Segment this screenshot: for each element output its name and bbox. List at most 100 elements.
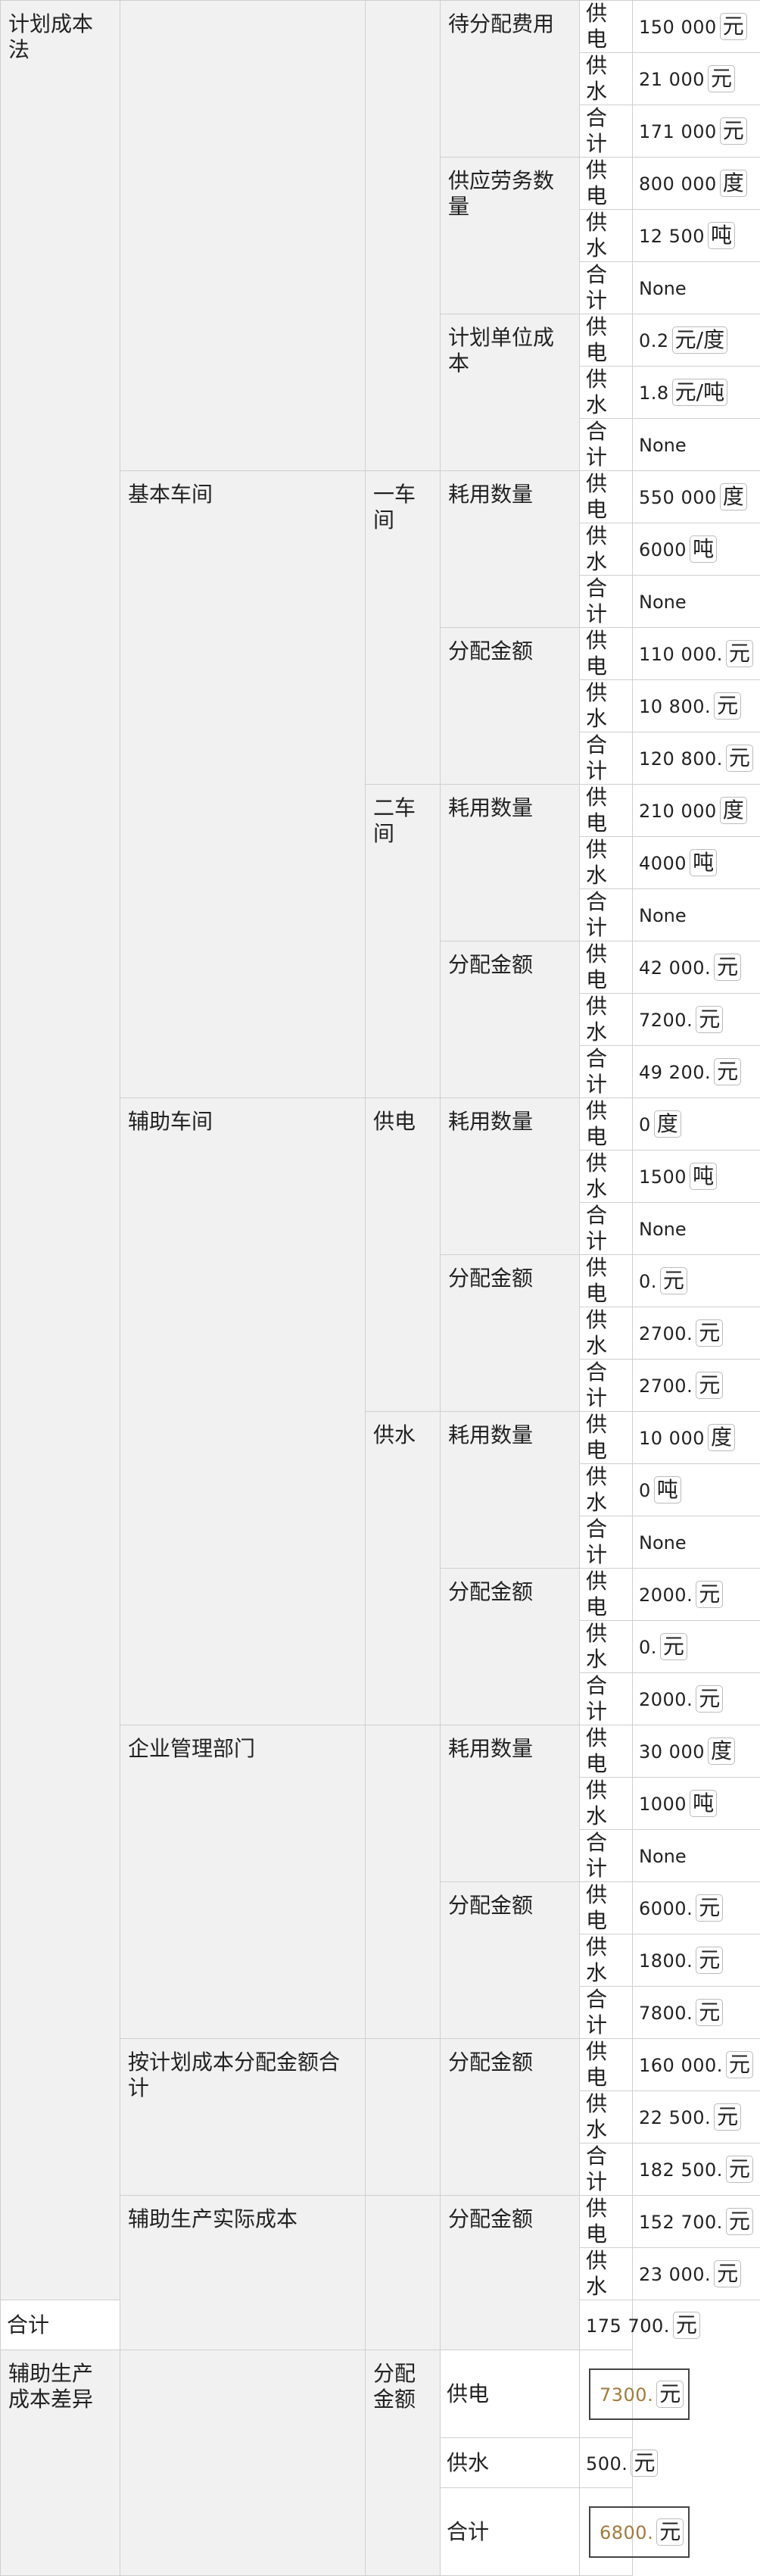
value: 10 000: [639, 1428, 705, 1449]
mgmt-amt-water: 1800.元: [633, 1934, 760, 1987]
planned-power: 160 000.元: [633, 2039, 760, 2091]
value: 150 000: [639, 17, 717, 38]
actual-total: 175 700.元: [580, 2300, 633, 2350]
unit: 吨: [654, 1476, 681, 1503]
value: 10 800.: [639, 696, 711, 717]
empty-cell: [366, 1725, 441, 2039]
unit: 度: [708, 1424, 735, 1451]
unit: 元: [714, 954, 741, 981]
variance-label: 辅助生产成本差异: [1, 2350, 120, 2576]
actual-water: 23 000.元: [633, 2248, 760, 2300]
consumption-label: 耗用数量: [441, 785, 580, 941]
row-label-power: 供电: [441, 2350, 580, 2438]
ws2-qty-power: 210 000度: [633, 785, 760, 837]
unit: 元: [696, 1581, 723, 1608]
ws1-label: 一车间: [366, 471, 441, 785]
pending-power-cell: 150 000元: [633, 1, 760, 53]
row-label-power: 供电: [580, 785, 633, 837]
consumption-label: 耗用数量: [441, 1725, 580, 1882]
value: 500.: [586, 2453, 628, 2475]
actual-cost-label: 辅助生产实际成本: [120, 2196, 366, 2350]
value: 2700.: [639, 1375, 693, 1397]
row-label-water: 供水: [580, 680, 633, 732]
row-label-total: 合计: [580, 732, 633, 785]
unit: 元: [720, 117, 747, 145]
unit: 度: [654, 1110, 681, 1138]
mgmt-label: 企业管理部门: [120, 1725, 366, 2039]
value: 0.: [639, 1637, 657, 1658]
mgmt-qty-water: 1000吨: [633, 1778, 760, 1830]
mgmt-amt-power: 6000.元: [633, 1882, 760, 1934]
ws1-amt-power: 110 000.元: [633, 628, 760, 680]
pending-cost-label: 待分配费用: [441, 1, 580, 158]
row-label-power: 供电: [580, 2039, 633, 2091]
unit: 元: [631, 2450, 658, 2477]
empty-cell: [366, 2039, 441, 2196]
unit: 吨: [690, 849, 717, 876]
ws2-amt-power: 42 000.元: [633, 941, 760, 994]
consumption-label: 耗用数量: [441, 1412, 580, 1569]
unit: 元: [656, 2518, 684, 2546]
unit: 度: [720, 170, 747, 197]
cost-allocation-table: 计划成本法 待分配费用 供电 150 000元 供水 21 000元 合计 17…: [0, 0, 760, 2576]
row-label-total: 合计: [580, 1830, 633, 1882]
auxw-amt-power: 2000.元: [633, 1569, 760, 1621]
none-cell: None: [633, 262, 760, 314]
unit-cost-label: 计划单位成本: [441, 314, 580, 471]
unit: 元: [696, 1947, 723, 1974]
row-label-total: 合计: [580, 576, 633, 628]
value: 152 700.: [639, 2212, 723, 2233]
empty-cell: [366, 2196, 441, 2350]
variance-water: 500.元: [580, 2438, 633, 2488]
auxp-amt-total: 2700.元: [633, 1360, 760, 1412]
value: 175 700.: [586, 2315, 670, 2337]
value: 160 000.: [639, 2055, 723, 2076]
unit: 元: [656, 2381, 684, 2408]
none-cell: None: [633, 1516, 760, 1569]
row-label-power: 供电: [580, 2196, 633, 2248]
allocated-label: 分配金额: [441, 1255, 580, 1412]
auxw-qty-water: 0吨: [633, 1464, 760, 1516]
row-label-water: 供水: [580, 837, 633, 889]
unit: 度: [708, 1738, 735, 1765]
method-label: 计划成本法: [1, 1, 120, 2300]
pending-total-cell: 171 000元: [633, 105, 760, 158]
row-label-power: 供电: [580, 628, 633, 680]
row-label-water: 供水: [580, 2091, 633, 2144]
value: 0: [639, 1480, 651, 1501]
row-label-water: 供水: [580, 994, 633, 1046]
highlight-box: 7300.元: [589, 2368, 690, 2420]
ws2-amt-total: 49 200.元: [633, 1046, 760, 1098]
aux-workshop-label: 辅助车间: [120, 1098, 366, 1725]
value: 2700.: [639, 1323, 693, 1344]
unit: 元: [726, 745, 753, 772]
row-label-total: 合计: [580, 262, 633, 314]
variance-total: 6800.元: [580, 2488, 633, 2576]
none-value: None: [639, 1846, 687, 1867]
row-label-power: 供电: [580, 1412, 633, 1464]
none-value: None: [639, 1532, 687, 1553]
unit: 度: [720, 797, 747, 824]
unit: 元: [696, 1319, 723, 1347]
unit: 元: [696, 1999, 723, 2026]
value: 6800.: [600, 2522, 653, 2543]
allocated-label: 分配金额: [441, 941, 580, 1098]
row-label-total: 合计: [580, 1673, 633, 1725]
unitcost-water-cell: 1.8元/吨: [633, 367, 760, 419]
auxp-amt-power: 0.元: [633, 1255, 760, 1307]
value: 22 500.: [639, 2107, 711, 2128]
variance-power: 7300.元: [580, 2350, 633, 2438]
row-label-total: 合计: [580, 1046, 633, 1098]
unit: 度: [720, 483, 747, 511]
none-cell: None: [633, 576, 760, 628]
value: 30 000: [639, 1741, 705, 1763]
empty-cell: [366, 1, 441, 471]
unit: 元: [696, 1006, 723, 1033]
row-label-power: 供电: [580, 941, 633, 994]
planned-water: 22 500.元: [633, 2091, 760, 2144]
none-cell: None: [633, 1830, 760, 1882]
row-label-power: 供电: [580, 1569, 633, 1621]
unit: 元/度: [672, 326, 727, 354]
empty-cell: [120, 2350, 366, 2576]
planned-total-label: 按计划成本分配金额合计: [120, 2039, 366, 2196]
